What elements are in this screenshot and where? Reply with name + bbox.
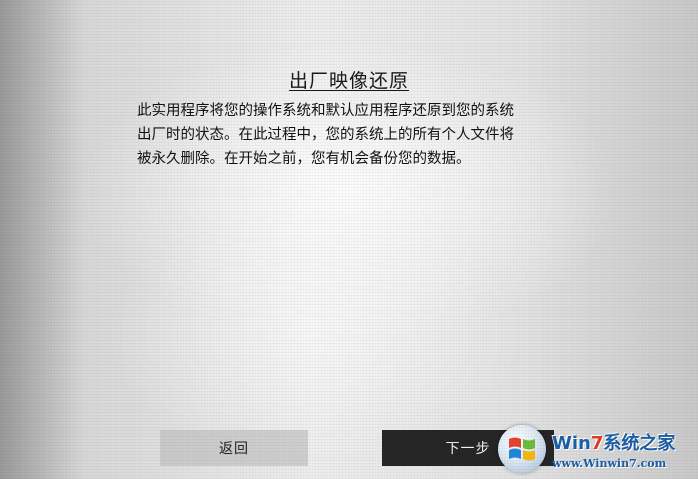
next-button-label: 下一步 — [445, 441, 491, 457]
back-button[interactable]: 返回 — [160, 430, 308, 466]
back-button-label: 返回 — [219, 441, 249, 457]
dialog-title-text: 出厂映像还原 — [288, 70, 409, 92]
screen-background: 出厂映像还原 此实用程序将您的操作系统和默认应用程序还原到您的系统 出厂时的状态… — [0, 0, 698, 479]
description-line: 被永久删除。在开始之前，您有机会备份您的数据。 — [137, 151, 471, 167]
watermark-title: Win7系统之家 — [552, 432, 676, 454]
watermark-text: Win7系统之家 www.Winwin7.com — [552, 429, 675, 470]
watermark: Win7系统之家 www.Winwin7.com — [498, 422, 696, 476]
watermark-url: www.Winwin7.com — [552, 456, 667, 470]
description-line: 出厂时的状态。在此过程中，您的系统上的所有个人文件将 — [137, 127, 514, 143]
dialog-description: 此实用程序将您的操作系统和默认应用程序还原到您的系统 出厂时的状态。在此过程中，… — [137, 99, 567, 171]
windows-logo-icon — [498, 425, 546, 473]
description-line: 此实用程序将您的操作系统和默认应用程序还原到您的系统 — [137, 103, 514, 119]
dialog-title: 出厂映像还原 — [0, 66, 698, 93]
